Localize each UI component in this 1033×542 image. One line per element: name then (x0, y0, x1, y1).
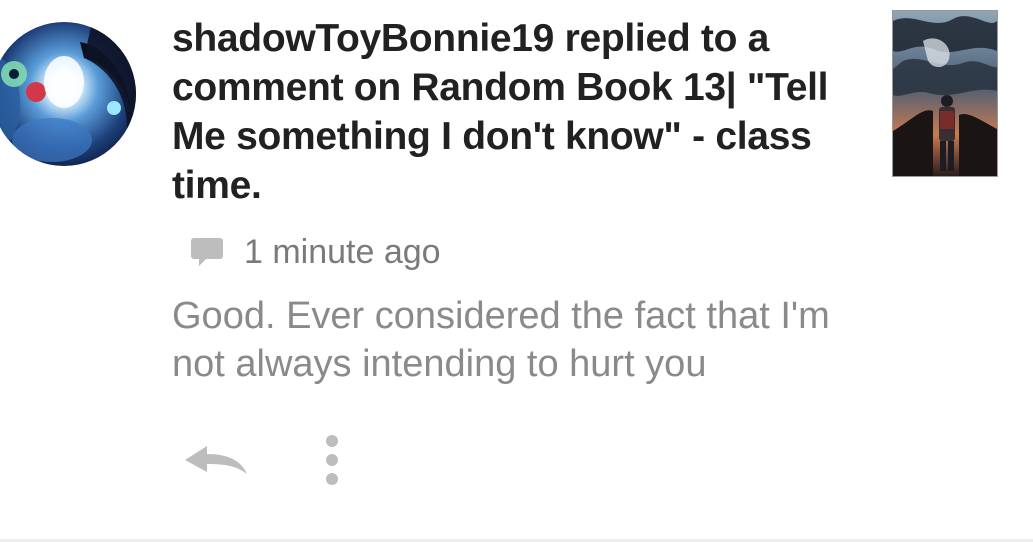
notification-meta: 1 minute ago (190, 230, 441, 274)
notification-item[interactable]: shadowToyBonnie19 replied to a comment o… (0, 0, 1033, 540)
notification-actions (180, 432, 342, 492)
reply-button[interactable] (180, 436, 252, 488)
comment-text: Good. Ever considered the fact that I'm … (172, 295, 830, 385)
user-avatar[interactable] (0, 22, 136, 166)
story-cover-image[interactable] (892, 10, 998, 177)
more-options-button[interactable] (322, 432, 342, 492)
timestamp: 1 minute ago (244, 233, 441, 271)
reply-arrow-icon (183, 442, 249, 483)
notification-title[interactable]: shadowToyBonnie19 replied to a comment o… (172, 14, 872, 210)
more-vertical-icon (325, 434, 339, 491)
comment-bubble-icon (190, 236, 224, 268)
